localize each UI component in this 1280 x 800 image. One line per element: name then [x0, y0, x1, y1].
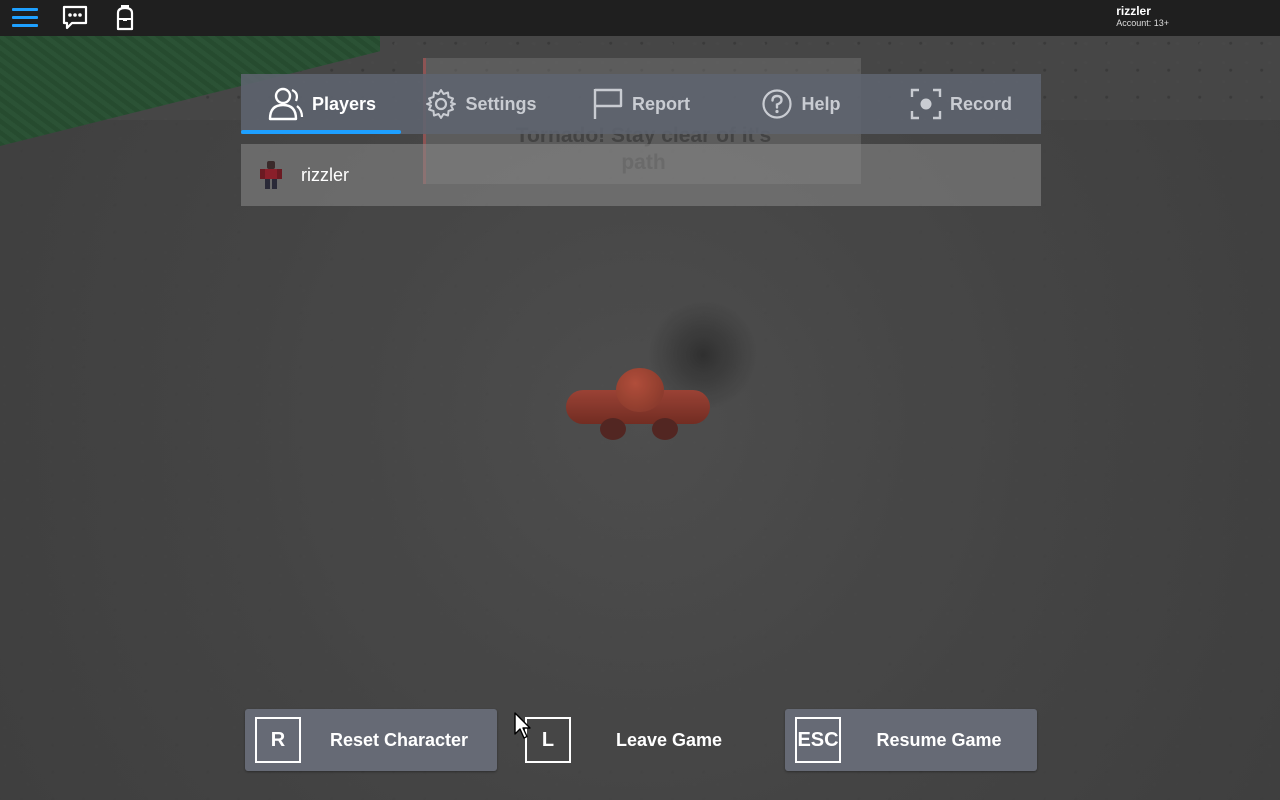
- backpack-icon[interactable]: [110, 3, 140, 33]
- tab-players-label: Players: [311, 93, 377, 114]
- tab-indicator: [401, 130, 561, 134]
- help-icon: [762, 89, 793, 119]
- leave-game-button[interactable]: L Leave Game: [515, 709, 767, 771]
- chat-icon[interactable]: [60, 3, 90, 33]
- tab-settings-label: Settings: [465, 93, 537, 114]
- gear-icon: [426, 89, 457, 119]
- flag-icon: [593, 88, 623, 119]
- active-tab-indicator: [241, 130, 401, 134]
- reset-character-label: Reset Character: [329, 729, 469, 750]
- hamburger-menu-icon[interactable]: [10, 3, 40, 33]
- resume-game-button[interactable]: ESC Resume Game: [785, 709, 1037, 771]
- tab-settings[interactable]: Settings: [401, 74, 561, 134]
- mouse-cursor-icon: [514, 712, 531, 739]
- tab-players[interactable]: Players: [241, 74, 401, 134]
- tab-report[interactable]: Report: [561, 74, 721, 134]
- tab-indicator: [881, 130, 1041, 134]
- reset-character-button[interactable]: R Reset Character: [245, 709, 497, 771]
- record-icon: [910, 88, 942, 120]
- tab-record-label: Record: [949, 93, 1012, 114]
- tab-report-label: Report: [632, 93, 690, 114]
- account-info[interactable]: rizzler Account: 13+: [1116, 5, 1169, 29]
- resume-key-hint: ESC: [795, 717, 841, 763]
- players-icon: [268, 87, 304, 121]
- avatar: [259, 160, 283, 190]
- top-bar: rizzler Account: 13+: [0, 0, 1280, 36]
- resume-game-label: Resume Game: [876, 729, 1002, 750]
- tab-indicator: [561, 130, 721, 134]
- tab-help[interactable]: Help: [721, 74, 881, 134]
- tab-help-label: Help: [801, 93, 841, 114]
- player-name: rizzler: [301, 164, 349, 185]
- tab-record[interactable]: Record: [881, 74, 1041, 134]
- tab-indicator: [721, 130, 881, 134]
- settings-tab-bar: Players Settings Report Help Record: [241, 74, 1041, 134]
- leave-game-label: Leave Game: [615, 729, 723, 750]
- reset-key-hint: R: [255, 717, 301, 763]
- account-age-label: Account: 13+: [1116, 18, 1169, 28]
- account-name: rizzler: [1116, 4, 1151, 18]
- player-list-row[interactable]: rizzler: [241, 144, 1041, 206]
